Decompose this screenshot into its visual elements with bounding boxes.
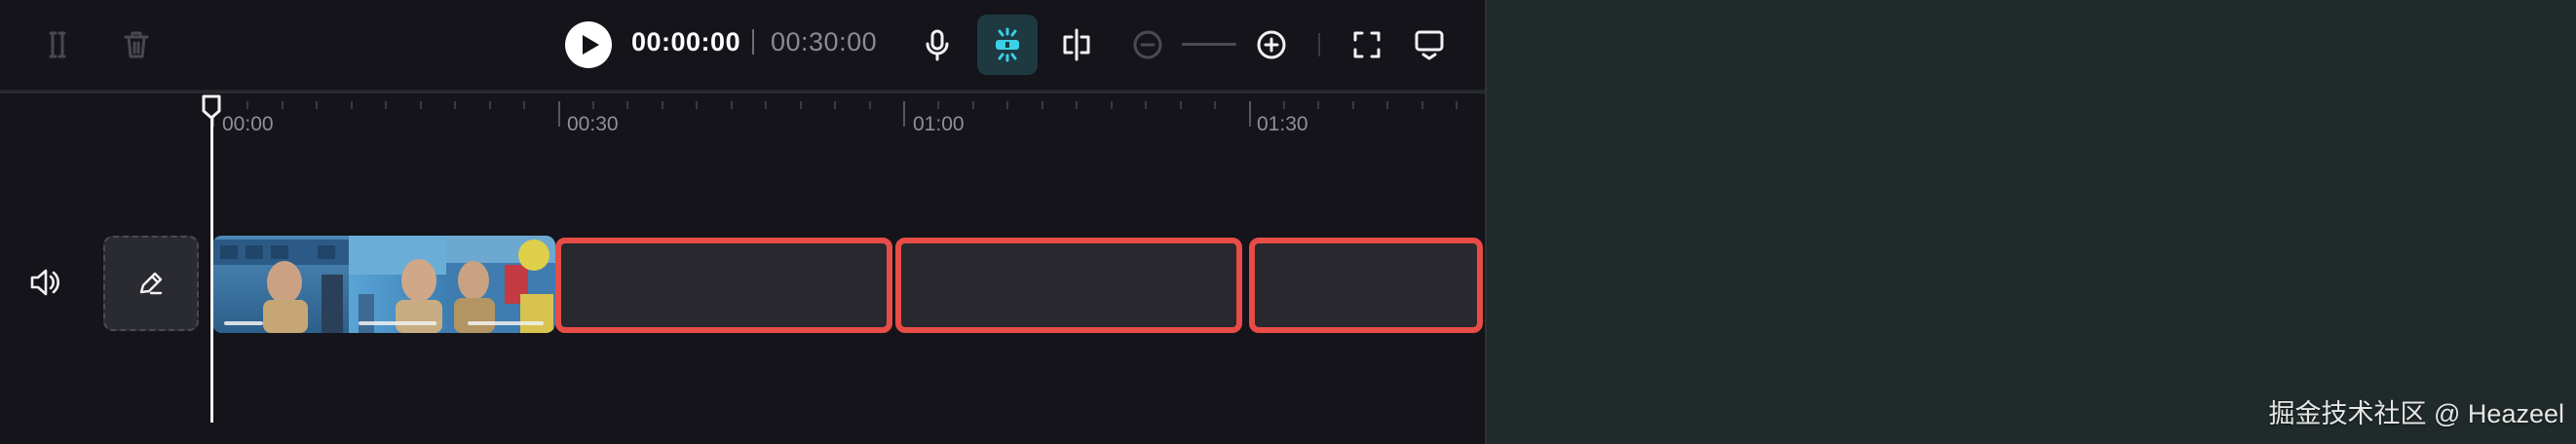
timeline-editor: 00:00:00 00:30:00 00:00 00:30 01:00 01:3… [0, 0, 1485, 444]
minor-tick [1317, 101, 1319, 109]
preview-icon[interactable] [1406, 21, 1453, 68]
minor-tick [626, 101, 628, 109]
current-time: 00:00:00 [631, 27, 741, 56]
minor-tick [662, 101, 663, 109]
major-tick [558, 101, 560, 127]
selected-empty-clip[interactable] [1249, 238, 1483, 333]
minor-tick [420, 101, 422, 109]
ruler-label: 00:00 [222, 113, 274, 135]
minor-tick [834, 101, 836, 109]
pencil-icon [139, 272, 163, 295]
minor-tick [1456, 101, 1458, 109]
play-icon [583, 35, 599, 55]
playhead-handle-icon[interactable] [201, 93, 222, 121]
minor-tick [800, 101, 802, 109]
minor-tick [1214, 101, 1216, 109]
ruler-label: 00:30 [567, 113, 619, 135]
major-tick [903, 101, 905, 127]
minor-tick [869, 101, 871, 109]
play-button[interactable] [565, 21, 612, 68]
minor-tick [1386, 101, 1388, 109]
video-clip[interactable] [212, 236, 555, 333]
ruler-label: 01:00 [913, 113, 965, 135]
minor-tick [1111, 101, 1113, 109]
minor-tick [316, 101, 318, 109]
minor-tick [385, 101, 387, 109]
timeline-toolbar: 00:00:00 00:30:00 [0, 0, 1485, 92]
time-ruler[interactable]: 00:00 00:30 01:00 01:30 [0, 92, 1485, 140]
minor-tick [489, 101, 491, 109]
selected-empty-clip[interactable] [895, 238, 1242, 333]
ruler-label: 01:30 [1257, 113, 1308, 135]
minor-tick [1421, 101, 1423, 109]
major-tick [1249, 101, 1251, 127]
delete-icon[interactable] [113, 21, 160, 68]
toolbar-divider [1318, 33, 1320, 56]
mirror-split-icon[interactable] [1053, 21, 1100, 68]
minor-tick [1042, 101, 1043, 109]
minor-tick [1145, 101, 1147, 109]
zoom-in-icon[interactable] [1248, 21, 1295, 68]
minor-tick [1283, 101, 1285, 109]
minor-tick [1352, 101, 1354, 109]
zoom-slider[interactable] [1182, 43, 1236, 46]
speaker-icon[interactable] [27, 265, 62, 300]
time-divider [752, 29, 754, 55]
minor-tick [937, 101, 939, 109]
minor-tick [696, 101, 698, 109]
minor-tick [246, 101, 248, 109]
preview-panel [1485, 0, 2576, 444]
minor-tick [454, 101, 456, 109]
selected-empty-clip[interactable] [555, 238, 892, 333]
zoom-out-icon[interactable] [1124, 21, 1171, 68]
smart-cut-icon [996, 27, 1019, 62]
minor-tick [1180, 101, 1182, 109]
fullscreen-icon[interactable] [1344, 21, 1390, 68]
minor-tick [765, 101, 767, 109]
smart-cut-button[interactable] [977, 15, 1038, 75]
split-icon[interactable] [34, 21, 81, 68]
minor-tick [351, 101, 353, 109]
minor-tick [1006, 101, 1008, 109]
total-duration: 00:30:00 [771, 27, 878, 56]
microphone-icon[interactable] [914, 21, 961, 68]
minor-tick [1076, 101, 1078, 109]
minor-tick [282, 101, 284, 109]
ruler-baseline [0, 92, 1485, 93]
minor-tick [523, 101, 525, 109]
watermark-text: 掘金技术社区 @ Heazeel [2268, 399, 2564, 428]
edit-cover-button[interactable] [103, 236, 199, 331]
minor-tick [731, 101, 733, 109]
playhead-line[interactable] [210, 107, 213, 423]
video-thumbnails [212, 236, 555, 333]
minor-tick [592, 101, 594, 109]
minor-tick [972, 101, 974, 109]
